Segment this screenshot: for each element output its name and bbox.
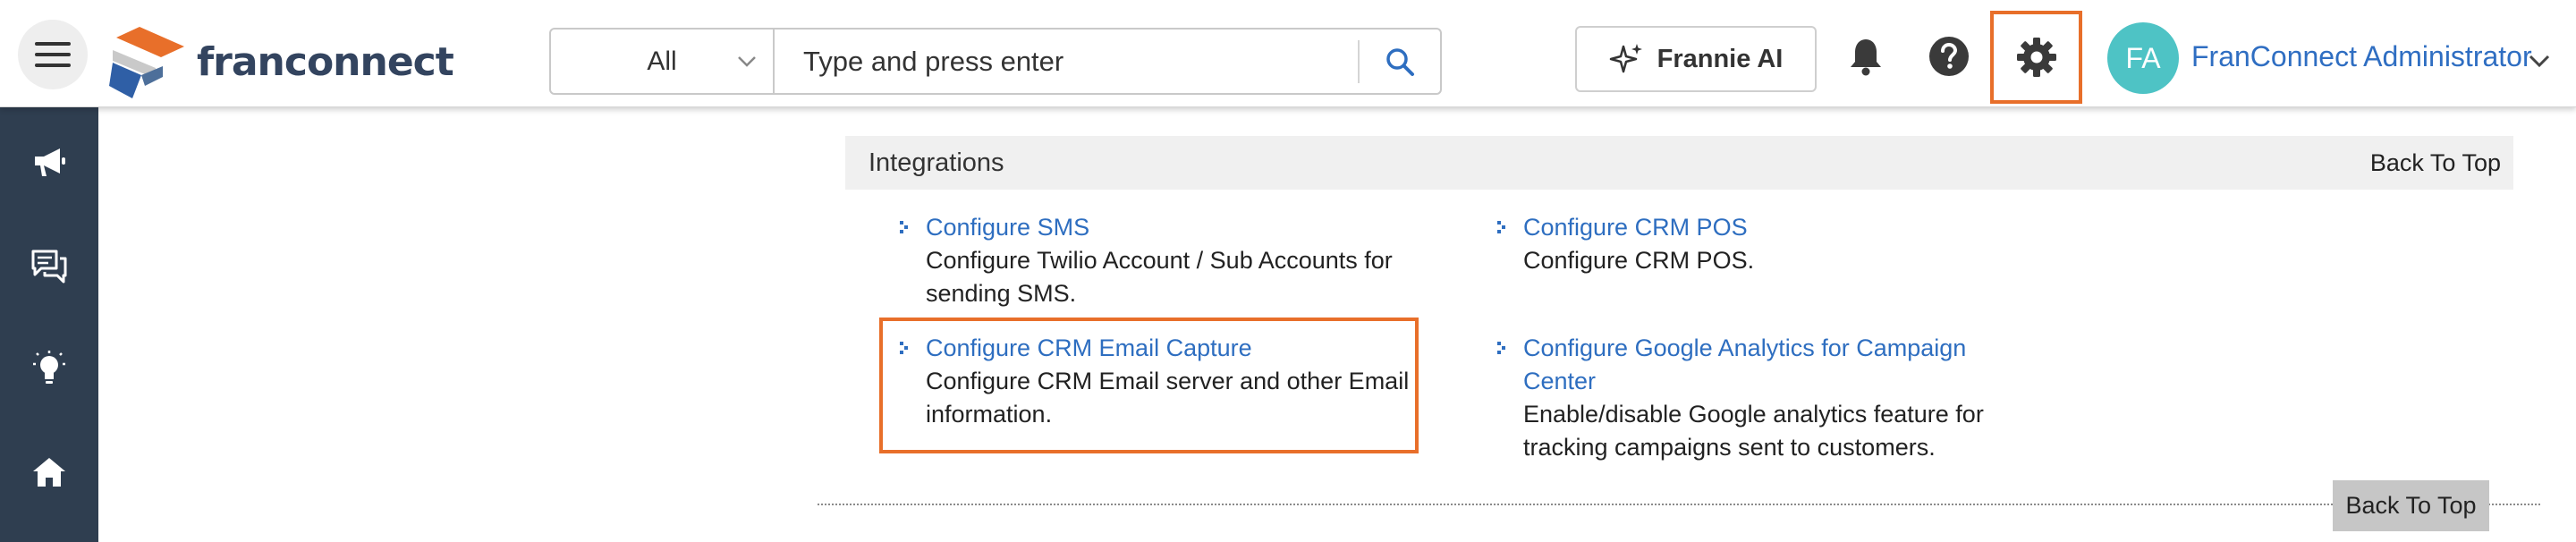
item-description: Enable/disable Google analytics feature … [1523, 401, 1984, 428]
menu-button[interactable] [18, 20, 88, 89]
settings-button[interactable] [1990, 11, 2082, 104]
help-icon [1929, 37, 1969, 76]
logo-mark-icon [109, 27, 184, 98]
item-description: sending SMS. [926, 280, 1077, 307]
list-item-configure-crm-email-capture: Configure CRM Email Capture Configure CR… [900, 332, 1410, 431]
avatar[interactable]: FA [2107, 22, 2179, 94]
logo-text: franconnect [197, 38, 454, 85]
sidebar-item-home[interactable] [27, 450, 72, 495]
global-search: All [549, 28, 1442, 95]
bullet-icon [1497, 342, 1505, 354]
megaphone-icon [35, 148, 65, 176]
configure-google-analytics-link[interactable]: Configure Google Analytics for Campaign [1523, 332, 1984, 365]
back-to-top-button[interactable]: Back To Top [2333, 480, 2489, 531]
item-description: Configure CRM Email server and other Ema… [926, 368, 1410, 394]
section-title: Integrations [869, 148, 1004, 177]
list-item-configure-crm-pos: Configure CRM POS Configure CRM POS. [1497, 211, 1755, 277]
search-scope-value: All [647, 46, 677, 76]
menu-icon [35, 42, 71, 67]
configure-sms-link[interactable]: Configure SMS [926, 211, 1393, 244]
notifications-button[interactable] [1845, 36, 1886, 77]
item-description: Configure CRM POS. [1523, 247, 1755, 274]
sidebar-item-campaigns[interactable] [27, 140, 72, 184]
configure-crm-email-capture-link[interactable]: Configure CRM Email Capture [926, 332, 1409, 365]
configure-crm-pos-link[interactable]: Configure CRM POS [1523, 211, 1754, 244]
chevron-down-icon[interactable] [2528, 51, 2551, 71]
section-divider [818, 504, 2540, 505]
help-button[interactable] [1928, 36, 1970, 77]
configure-google-analytics-link[interactable]: Center [1523, 365, 1984, 398]
item-description: Configure Twilio Account / Sub Accounts … [926, 247, 1393, 274]
franconnect-logo[interactable]: franconnect [106, 23, 454, 100]
list-item-configure-google-analytics: Configure Google Analytics for Campaign … [1497, 332, 1984, 464]
item-description: information. [926, 401, 1053, 428]
list-item-configure-sms: Configure SMS Configure Twilio Account /… [900, 211, 1393, 310]
home-icon [33, 458, 65, 487]
item-description: tracking campaigns sent to customers. [1523, 434, 1936, 461]
search-icon [1386, 47, 1414, 76]
lightbulb-icon [33, 351, 65, 384]
chevron-down-icon [738, 56, 756, 67]
sidebar-item-ideas[interactable] [27, 346, 72, 391]
sidebar-item-messages[interactable] [27, 244, 72, 289]
gear-icon [2016, 38, 2056, 77]
sparkle-icon [1609, 44, 1642, 73]
bullet-icon [1497, 221, 1505, 233]
frannie-ai-button[interactable]: Frannie AI [1575, 26, 1817, 92]
frannie-ai-label: Frannie AI [1657, 44, 1784, 73]
search-button[interactable] [1360, 30, 1440, 93]
top-header: franconnect All Frannie AI [0, 0, 2576, 107]
search-scope-select[interactable]: All [551, 30, 775, 93]
back-to-top-link[interactable]: Back To Top [2370, 149, 2501, 177]
bullet-icon [900, 342, 908, 354]
chat-icon [31, 250, 67, 284]
user-name[interactable]: FranConnect Administrator [2191, 40, 2532, 73]
integrations-section-header: Integrations Back To Top [845, 136, 2513, 190]
search-input[interactable] [775, 30, 1358, 93]
bullet-icon [900, 221, 908, 233]
left-sidebar [0, 107, 98, 542]
bell-icon [1851, 39, 1881, 76]
